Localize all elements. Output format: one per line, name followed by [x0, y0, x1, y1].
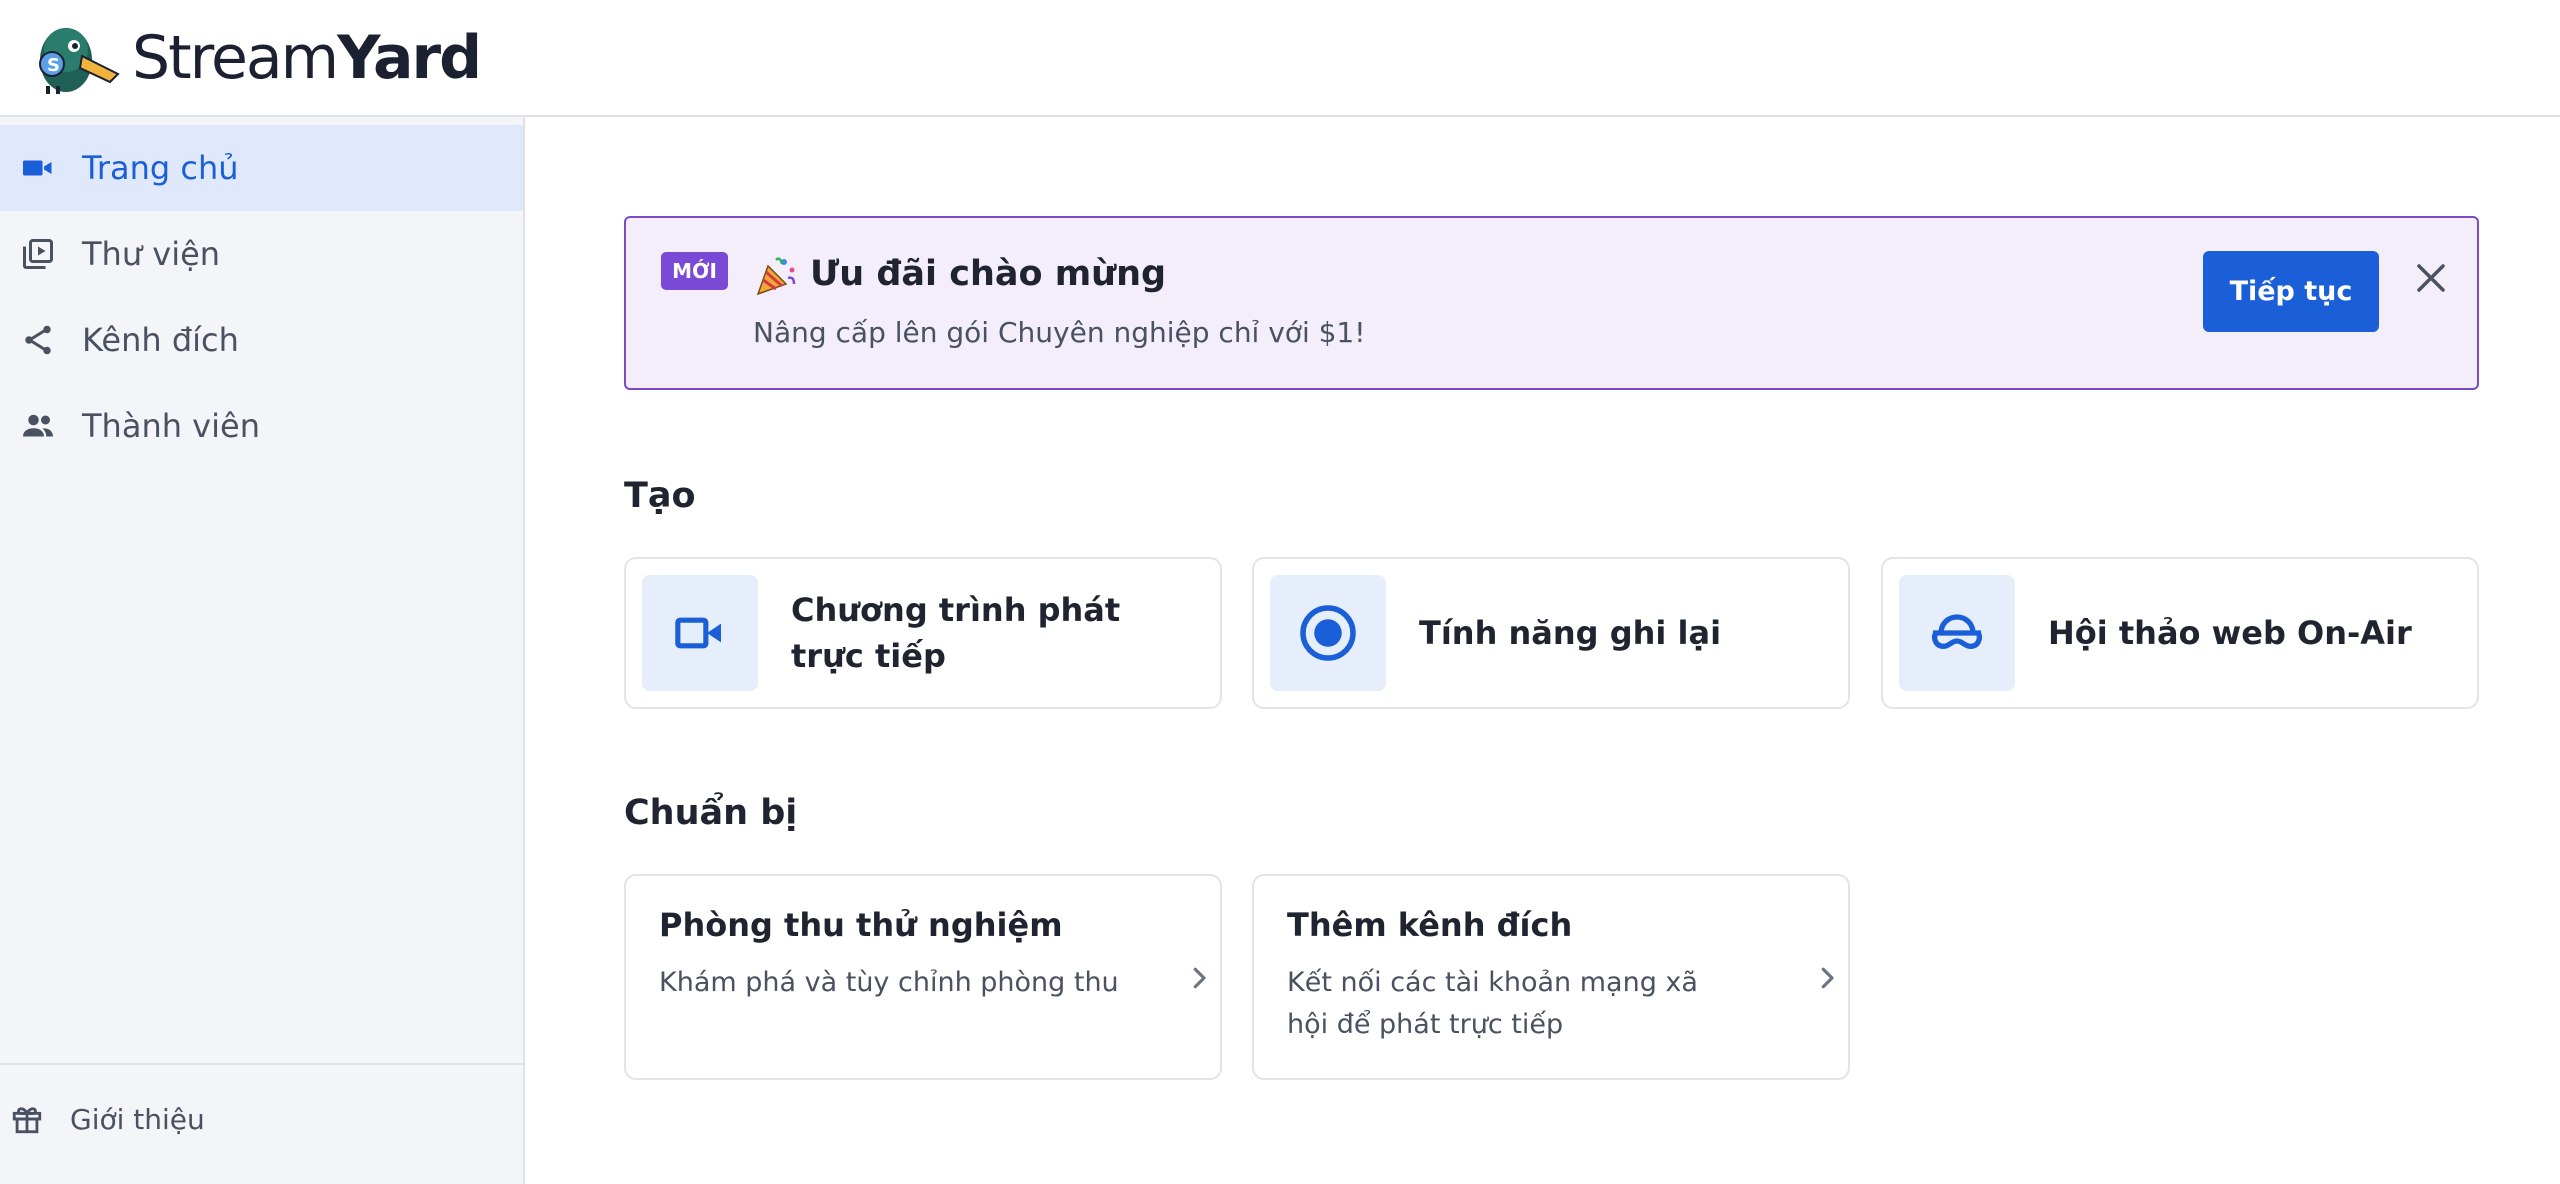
gift-icon [12, 1107, 42, 1134]
sidebar-item-members[interactable]: Thành viên [0, 383, 523, 469]
video-camera-icon [675, 617, 721, 649]
test-studio-card[interactable]: Phòng thu thử nghiệm Khám phá và tùy chỉ… [624, 874, 1222, 1080]
library-icon [23, 239, 53, 269]
sidebar-item-label: Thư viện [82, 235, 221, 273]
continue-button[interactable]: Tiếp tục [2203, 251, 2379, 332]
recording-card[interactable]: Tính năng ghi lại [1252, 557, 1850, 709]
card-title: Thêm kênh đích [1287, 906, 1573, 944]
sidebar-item-label: Trang chủ [82, 149, 239, 187]
sidebar-footer: Giới thiệu [0, 1063, 523, 1184]
card-icon-tile [1270, 575, 1386, 691]
card-label: Tính năng ghi lại [1419, 614, 1722, 652]
close-icon[interactable] [2411, 258, 2451, 298]
welcome-offer-banner: MỚI Ưu đãi chào mừng Nâng cấp lên gói Ch… [624, 216, 2479, 390]
party-popper-icon [756, 257, 796, 296]
record-icon [1300, 605, 1356, 661]
banner-subtitle: Nâng cấp lên gói Chuyên nghiệp chỉ với $… [753, 316, 1366, 349]
sidebar-item-label: Kênh đích [82, 321, 239, 359]
sidebar-item-home[interactable]: Trang chủ [0, 125, 523, 211]
share-icon [25, 325, 51, 355]
sidebar-item-library[interactable]: Thư viện [0, 211, 523, 297]
add-destination-card[interactable]: Thêm kênh đích Kết nối các tài khoản mạn… [1252, 874, 1850, 1080]
card-subtitle: Kết nối các tài khoản mạng xã hội để phá… [1287, 967, 1698, 1040]
live-stream-card[interactable]: Chương trình phát trực tiếp [624, 557, 1222, 709]
people-icon [23, 414, 53, 437]
card-label: Hội thảo web On-Air [2048, 614, 2412, 652]
brand-name-light: Stream [132, 23, 339, 93]
prepare-section-title: Chuẩn bị [624, 793, 798, 833]
sidebar-item-referral[interactable]: Giới thiệu [0, 1093, 523, 1147]
card-icon-tile [642, 575, 758, 691]
video-camera-icon [23, 160, 52, 176]
on-air-webinar-card[interactable]: Hội thảo web On-Air [1881, 557, 2479, 709]
card-label: Chương trình phát trực tiếp [791, 591, 1121, 675]
streamyard-logo[interactable]: S StreamYard [34, 20, 482, 96]
chevron-right-icon [1193, 967, 1206, 989]
create-section-title: Tạo [624, 476, 696, 516]
card-title: Phòng thu thử nghiệm [659, 906, 1063, 944]
svg-text:S: S [47, 55, 60, 76]
brand-name: StreamYard [132, 28, 482, 88]
new-badge: MỚI [661, 252, 728, 290]
sidebar-item-destinations[interactable]: Kênh đích [0, 297, 523, 383]
banner-title: Ưu đãi chào mừng [810, 254, 1167, 294]
card-subtitle: Khám phá và tùy chỉnh phòng thu [659, 967, 1119, 998]
sidebar-item-label: Thành viên [82, 407, 260, 445]
brand-name-bold: Yard [337, 23, 482, 93]
sidebar-footer-label: Giới thiệu [70, 1103, 205, 1136]
top-bar: S StreamYard [0, 0, 2560, 117]
chevron-right-icon [1821, 967, 1834, 989]
card-icon-tile [1899, 575, 2015, 691]
duck-logo-icon: S [39, 28, 120, 94]
sidebar: Trang chủ Thư viện Kênh đích Thành viên … [0, 117, 525, 1184]
on-air-icon [1932, 614, 1982, 650]
